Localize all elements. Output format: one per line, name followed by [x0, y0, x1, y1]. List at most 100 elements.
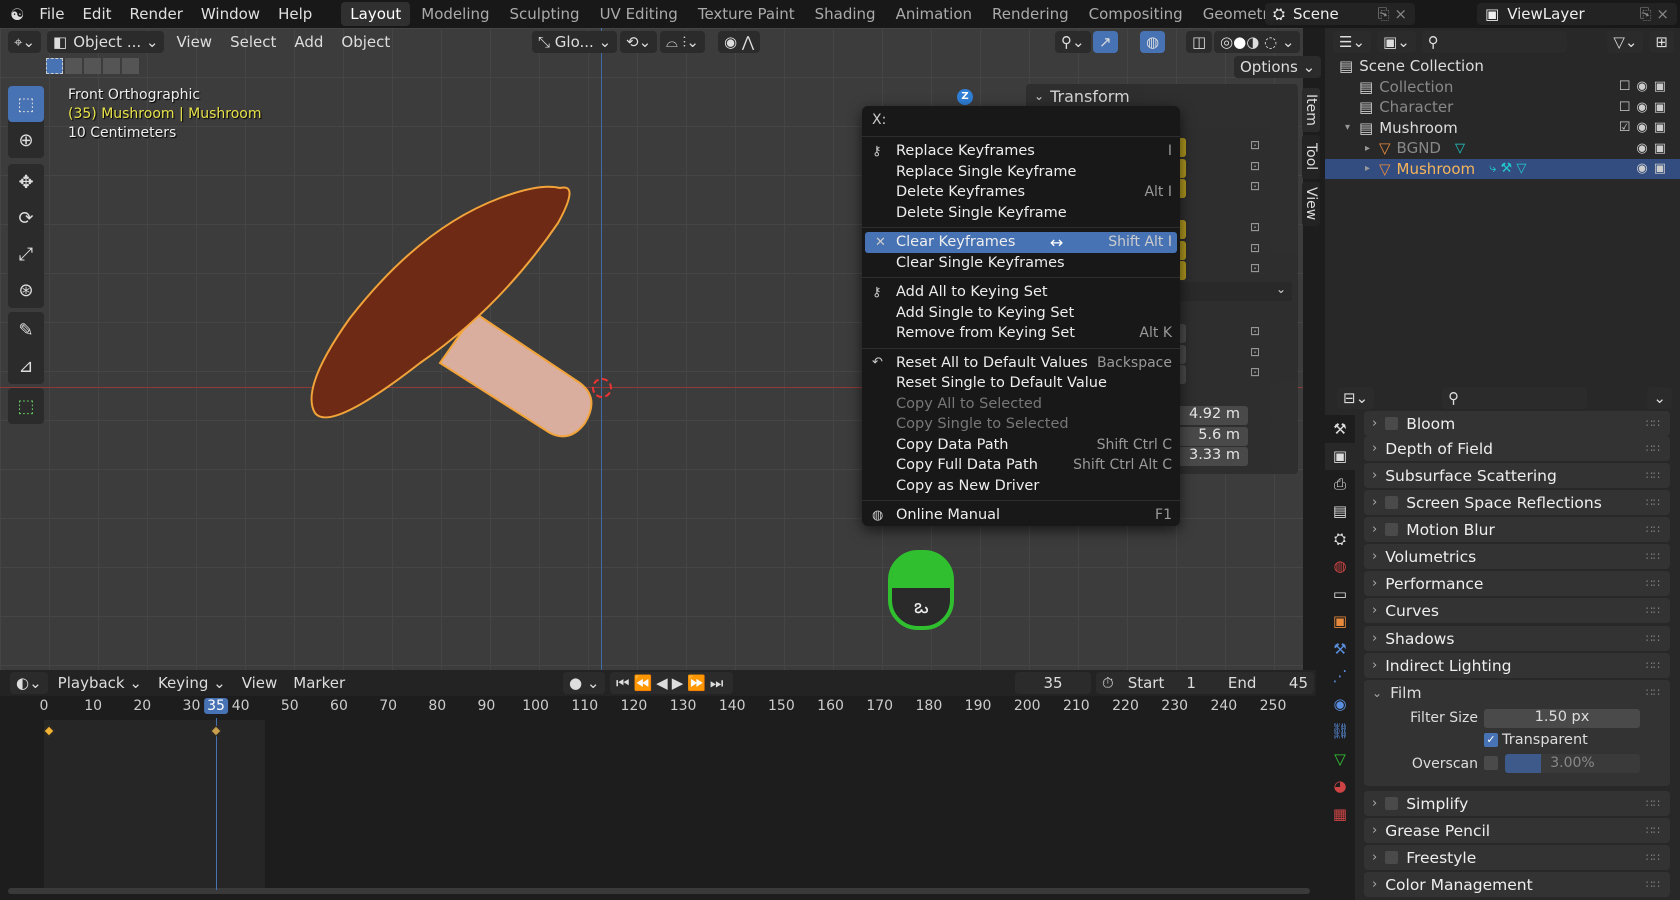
visibility-toggles[interactable]: ◉▣	[1636, 141, 1672, 156]
drag-handle-icon[interactable]: ∷∷	[1646, 632, 1660, 645]
enable-checkbox[interactable]	[1385, 417, 1399, 430]
scale-tool-icon[interactable]: ⤢	[8, 236, 44, 272]
panel-color-management[interactable]: › Color Management ∷∷	[1364, 872, 1670, 897]
view-menu[interactable]: View	[170, 33, 218, 51]
tab-rendering[interactable]: Rendering	[983, 2, 1078, 26]
outliner-item-character[interactable]: ▤ Character ☐◉▣	[1325, 97, 1680, 118]
menu-item-copy-as-new-driver[interactable]: Copy as New Driver	[862, 476, 1180, 497]
lock-icon[interactable]: ⊡	[1250, 241, 1260, 255]
outliner-search-input[interactable]: ⚲	[1421, 31, 1567, 53]
playback-controls[interactable]: ⏮⏪◀▶⏩⏭	[610, 672, 734, 694]
visibility-toggles[interactable]: ◉▣	[1636, 161, 1672, 176]
timeline[interactable]: ◐⌄ Playback ⌄ Keying ⌄ View Marker ● ⌄ ⏮…	[0, 670, 1316, 900]
panel-motion-blur[interactable]: › Motion Blur ∷∷	[1364, 517, 1670, 542]
particles-tab-icon[interactable]: ⋰	[1325, 663, 1355, 691]
menu-item-reset-all-to-default-values[interactable]: ↶ Reset All to Default Values Backspace	[862, 353, 1180, 374]
lock-icon[interactable]: ⊡	[1250, 365, 1260, 379]
display-mode-button[interactable]: ☰⌄	[1333, 31, 1372, 53]
editor-type-button[interactable]: ⊟⌄	[1337, 387, 1375, 409]
playback-menu[interactable]: Playback ⌄	[52, 674, 148, 692]
xray-toggle[interactable]: ◫	[1186, 31, 1213, 53]
marker-menu[interactable]: Marker	[287, 674, 351, 692]
panel-depth-of-field[interactable]: › Depth of Field ∷∷	[1364, 436, 1670, 461]
material-tab-icon[interactable]: ◕	[1325, 773, 1355, 801]
menu-item-add-single-to-keying-set[interactable]: Add Single to Keying Set	[862, 303, 1180, 324]
data-tab-icon[interactable]: ▽	[1325, 745, 1355, 773]
output-tab-icon[interactable]: ⎙	[1325, 470, 1355, 498]
disclosure-triangle-icon[interactable]: ▾	[1345, 122, 1359, 133]
select-box-tool-icon[interactable]: ⬚	[8, 86, 44, 122]
object-tab-icon[interactable]: ▣	[1325, 608, 1355, 636]
properties-search-input[interactable]: ⚲	[1442, 387, 1588, 409]
lock-icon[interactable]: ⊡	[1250, 345, 1260, 359]
drag-handle-icon[interactable]: ∷∷	[1646, 496, 1660, 509]
tab-animation[interactable]: Animation	[887, 2, 981, 26]
drag-handle-icon[interactable]: ∷∷	[1646, 851, 1660, 864]
menu-edit[interactable]: Edit	[73, 5, 120, 23]
enable-checkbox[interactable]	[1385, 797, 1399, 810]
transparent-checkbox[interactable]: ✓ Transparent	[1484, 732, 1588, 748]
visibility-selector[interactable]: ⚲⌄	[1055, 31, 1091, 53]
tab-view[interactable]: View	[1302, 182, 1320, 226]
drag-handle-icon[interactable]: ∷∷	[1646, 523, 1660, 536]
world-tab-icon[interactable]: ◍	[1325, 553, 1355, 581]
filter-size-field[interactable]: 1.50 px	[1484, 709, 1640, 728]
filter-icon[interactable]: ▽⌄	[1607, 31, 1644, 53]
add-menu[interactable]: Add	[288, 33, 329, 51]
playhead[interactable]: 35	[204, 698, 228, 714]
panel-indirect-lighting[interactable]: › Indirect Lighting ∷∷	[1364, 653, 1670, 678]
panel-bloom[interactable]: › Bloom ∷∷	[1364, 411, 1670, 436]
tab-layout[interactable]: Layout	[341, 2, 411, 26]
visibility-toggles[interactable]: ☑◉▣	[1619, 120, 1672, 135]
horizontal-scrollbar[interactable]	[8, 888, 1310, 894]
add-cube-tool-icon[interactable]: ⬚	[8, 388, 44, 424]
chevron-down-icon[interactable]: ⌄	[1034, 89, 1044, 103]
new-collection-button[interactable]: ⊞	[1649, 31, 1674, 53]
proportional-edit-toggle[interactable]: ◉ ⋀	[718, 31, 761, 53]
visibility-toggles[interactable]: ☐◉▣	[1619, 100, 1672, 115]
select-menu[interactable]: Select	[224, 33, 282, 51]
panel-screen-space-reflections[interactable]: › Screen Space Reflections ∷∷	[1364, 490, 1670, 515]
drag-handle-icon[interactable]: ∷∷	[1646, 577, 1660, 590]
shading-modes[interactable]: ◎ ● ◑ ◌ ⌄	[1214, 31, 1301, 53]
menu-help[interactable]: Help	[269, 5, 321, 23]
drag-handle-icon[interactable]: ∷∷	[1646, 604, 1660, 617]
panel-freestyle[interactable]: › Freestyle ∷∷	[1364, 845, 1670, 870]
move-tool-icon[interactable]: ✥	[8, 164, 44, 200]
scene-selector[interactable]: ⛭ Scene ⎘ ×	[1265, 3, 1415, 25]
panel-simplify[interactable]: › Simplify ∷∷	[1364, 791, 1670, 816]
pivot-selector[interactable]: ⟲⌄	[620, 31, 658, 53]
menu-item-copy-full-data-path[interactable]: Copy Full Data Path Shift Ctrl Alt C	[862, 455, 1180, 476]
panel-volumetrics[interactable]: › Volumetrics ∷∷	[1364, 544, 1670, 569]
texture-tab-icon[interactable]: ▦	[1325, 800, 1355, 828]
rotate-tool-icon[interactable]: ⟳	[8, 200, 44, 236]
drag-handle-icon[interactable]: ∷∷	[1646, 797, 1660, 810]
menu-item-reset-single-to-default-value[interactable]: Reset Single to Default Value	[862, 373, 1180, 394]
lock-icon[interactable]: ⊡	[1250, 220, 1260, 234]
panel-shadows[interactable]: › Shadows ∷∷	[1364, 626, 1670, 651]
menu-item-remove-from-keying-set[interactable]: Remove from Keying Set Alt K	[862, 323, 1180, 344]
panel-curves[interactable]: › Curves ∷∷	[1364, 598, 1670, 623]
drag-handle-icon[interactable]: ∷∷	[1646, 878, 1660, 891]
mushroom-object[interactable]	[300, 148, 620, 468]
overscan-slider[interactable]: 3.00%	[1505, 754, 1640, 773]
outliner-item-bgnd[interactable]: ▸ ▽ BGND ▽ ◉▣	[1325, 138, 1680, 159]
drag-handle-icon[interactable]: ∷∷	[1646, 550, 1660, 563]
lock-icon[interactable]: ⊡	[1250, 324, 1260, 338]
outliner-item-mushroom[interactable]: ▸ ▽ Mushroom ⤷ ⚒ ▽ ◉▣	[1325, 158, 1680, 179]
outliner-item-scene-collection[interactable]: ▤ Scene Collection	[1325, 56, 1680, 77]
drag-handle-icon[interactable]: ∷∷	[1646, 417, 1660, 430]
tab-texture-paint[interactable]: Texture Paint	[689, 2, 804, 26]
view-layer-tab-icon[interactable]: ▤	[1325, 498, 1355, 526]
measure-tool-icon[interactable]: ⊿	[8, 348, 44, 384]
blender-logo-icon[interactable]: ☯	[0, 5, 30, 24]
lock-icon[interactable]: ⊡	[1250, 159, 1260, 173]
panel-performance[interactable]: › Performance ∷∷	[1364, 571, 1670, 596]
drag-handle-icon[interactable]: ∷∷	[1646, 686, 1660, 699]
tab-modeling[interactable]: Modeling	[412, 2, 498, 26]
outliner-item-mushroom[interactable]: ▾ ▤ Mushroom ☑◉▣	[1325, 118, 1680, 139]
menu-file[interactable]: File	[30, 5, 73, 23]
collection-tab-icon[interactable]: ▭	[1325, 580, 1355, 608]
render-tab-icon[interactable]: ▣	[1325, 442, 1355, 470]
current-frame-field[interactable]: 35	[1015, 672, 1091, 694]
